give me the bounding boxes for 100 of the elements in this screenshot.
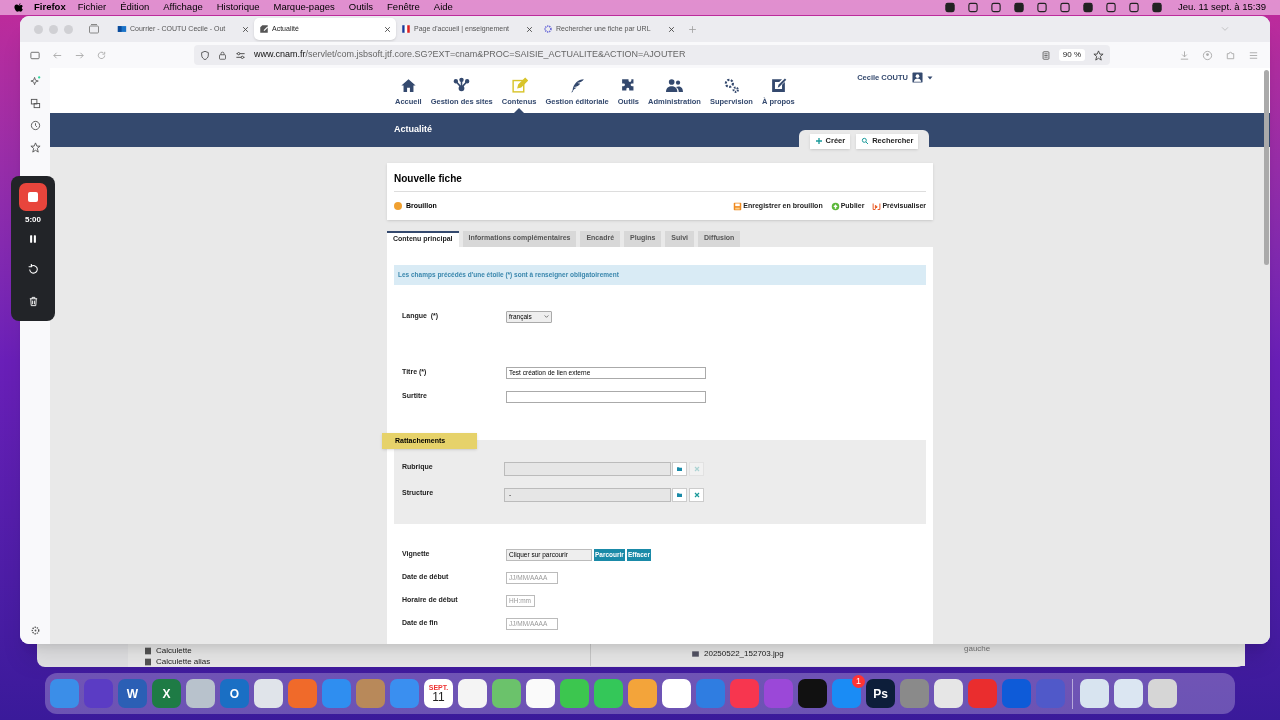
dock-app-icon[interactable] (458, 679, 487, 708)
menu-item[interactable]: Affichage (156, 0, 210, 15)
card-title: Nouvelle fiche (394, 163, 926, 192)
close-icon (693, 465, 700, 472)
home-icon (399, 77, 417, 94)
close-icon (693, 491, 700, 498)
apple-icon (14, 2, 24, 13)
menu-bar-clock[interactable]: Jeu. 11 sept. à 15:39 (1177, 0, 1266, 15)
menu-item[interactable]: Aide (426, 0, 460, 15)
reload-icon[interactable] (96, 49, 107, 61)
upload-icon (830, 201, 840, 211)
dock-app-icon[interactable] (1114, 679, 1143, 708)
dock-app-icon[interactable] (662, 679, 691, 708)
dock-app-icon[interactable]: X (152, 679, 181, 708)
browse-button[interactable] (672, 461, 687, 476)
status-icon[interactable] (989, 2, 1002, 13)
gears-icon (722, 77, 740, 94)
dock-app-icon[interactable] (1080, 679, 1109, 708)
app-menu[interactable]: Firefox (34, 0, 66, 15)
column-text: gauche (964, 643, 991, 655)
dock-app-icon[interactable]: O (220, 679, 249, 708)
text-field[interactable] (506, 390, 706, 403)
edit-icon (510, 77, 528, 94)
tab-overview-icon[interactable] (88, 23, 100, 35)
close-icon[interactable] (668, 25, 675, 33)
clear-button[interactable] (689, 487, 704, 502)
dock-app-icon[interactable] (560, 679, 589, 708)
status-icon[interactable] (1012, 2, 1025, 13)
history-icon[interactable] (29, 120, 41, 131)
new-tab-icon[interactable] (688, 24, 697, 34)
menu-item[interactable]: Fenêtre (380, 0, 427, 15)
file-name[interactable]: 20250522_152703.jpg (704, 648, 784, 660)
bookmark-star-icon[interactable] (29, 142, 41, 153)
floppy-icon (733, 201, 743, 211)
dock-app-icon[interactable] (526, 679, 555, 708)
sparkle-icon[interactable] (29, 76, 41, 87)
dock-app-icon[interactable] (1148, 679, 1177, 708)
search-icon (861, 137, 870, 145)
dock-app-icon[interactable]: W (118, 679, 147, 708)
status-icon[interactable] (1081, 2, 1094, 13)
dock-app-icon[interactable] (186, 679, 215, 708)
user-avatar-icon[interactable] (912, 72, 923, 84)
status-icon[interactable] (943, 2, 956, 13)
status-icon[interactable] (966, 2, 979, 13)
file-name[interactable]: Calculette (156, 645, 192, 656)
caret-icon[interactable] (927, 74, 933, 81)
stop-button[interactable] (19, 183, 47, 211)
menu-item[interactable]: Outils (341, 0, 381, 15)
extensions-icon[interactable] (1225, 49, 1236, 61)
reader-view-icon[interactable] (1040, 49, 1051, 61)
dock-app-icon[interactable] (934, 679, 963, 708)
flag-icon (401, 24, 411, 34)
dock-app-icon[interactable] (628, 679, 657, 708)
scrollbar-thumb[interactable] (1264, 70, 1269, 265)
close-icon[interactable] (526, 25, 533, 33)
close-icon[interactable] (384, 25, 391, 33)
dock-app-icon[interactable] (492, 679, 521, 708)
image-file-icon (691, 650, 700, 658)
bookmark-star-icon[interactable] (1093, 49, 1104, 61)
permissions-icon (235, 49, 246, 61)
restart-icon[interactable] (26, 263, 40, 276)
edit-icon (259, 24, 269, 34)
chevron-down-icon (544, 314, 549, 319)
menu-item[interactable]: Fichier (70, 0, 114, 15)
address-bar[interactable]: www.cnam.fr/servlet/com.jsbsoft.jtf.core.SG?EXT=cnam&PROC=SAISIE_ACTUALITE&ACTION=AJOUTER 90 % (194, 45, 1110, 65)
dock-app-icon[interactable] (594, 679, 623, 708)
status-icon[interactable] (1035, 2, 1048, 13)
folder-icon (676, 491, 683, 498)
account-icon[interactable] (1202, 49, 1213, 61)
plus-icon (814, 137, 823, 145)
settings-icon[interactable] (29, 625, 41, 636)
menu-icon[interactable] (1248, 49, 1259, 61)
menu-item[interactable]: Marque-pages (266, 0, 342, 15)
network-icon (453, 77, 471, 94)
recording-timer: 5:00 (25, 214, 41, 226)
dock-app-icon[interactable]: Ps (866, 679, 895, 708)
dock-app-icon[interactable] (798, 679, 827, 708)
trash-icon[interactable] (27, 295, 39, 308)
gear-icon (543, 24, 553, 34)
users-icon (665, 77, 683, 94)
mail-icon (117, 24, 127, 34)
sidebar-toggle-icon[interactable] (29, 49, 41, 61)
page-title: Actualité (394, 123, 432, 136)
browse-button[interactable] (672, 487, 687, 502)
menu-item[interactable]: Historique (209, 0, 267, 15)
download-icon[interactable] (1179, 49, 1190, 61)
menu-item[interactable]: Édition (113, 0, 157, 15)
text-field[interactable] (504, 461, 671, 476)
preview-icon (872, 201, 882, 211)
dock-app-icon[interactable] (254, 679, 283, 708)
close-icon[interactable] (242, 25, 249, 33)
status-icon[interactable] (1150, 2, 1163, 13)
zoom-level[interactable]: 90 % (1058, 49, 1085, 61)
pause-icon[interactable] (28, 233, 38, 245)
synced-tabs-icon[interactable] (29, 98, 41, 109)
file-name[interactable]: Calculette alias (156, 656, 211, 667)
folder-icon (676, 465, 683, 472)
status-icon[interactable] (1127, 2, 1140, 13)
status-icon[interactable] (1104, 2, 1117, 13)
status-icon[interactable] (1058, 2, 1071, 13)
